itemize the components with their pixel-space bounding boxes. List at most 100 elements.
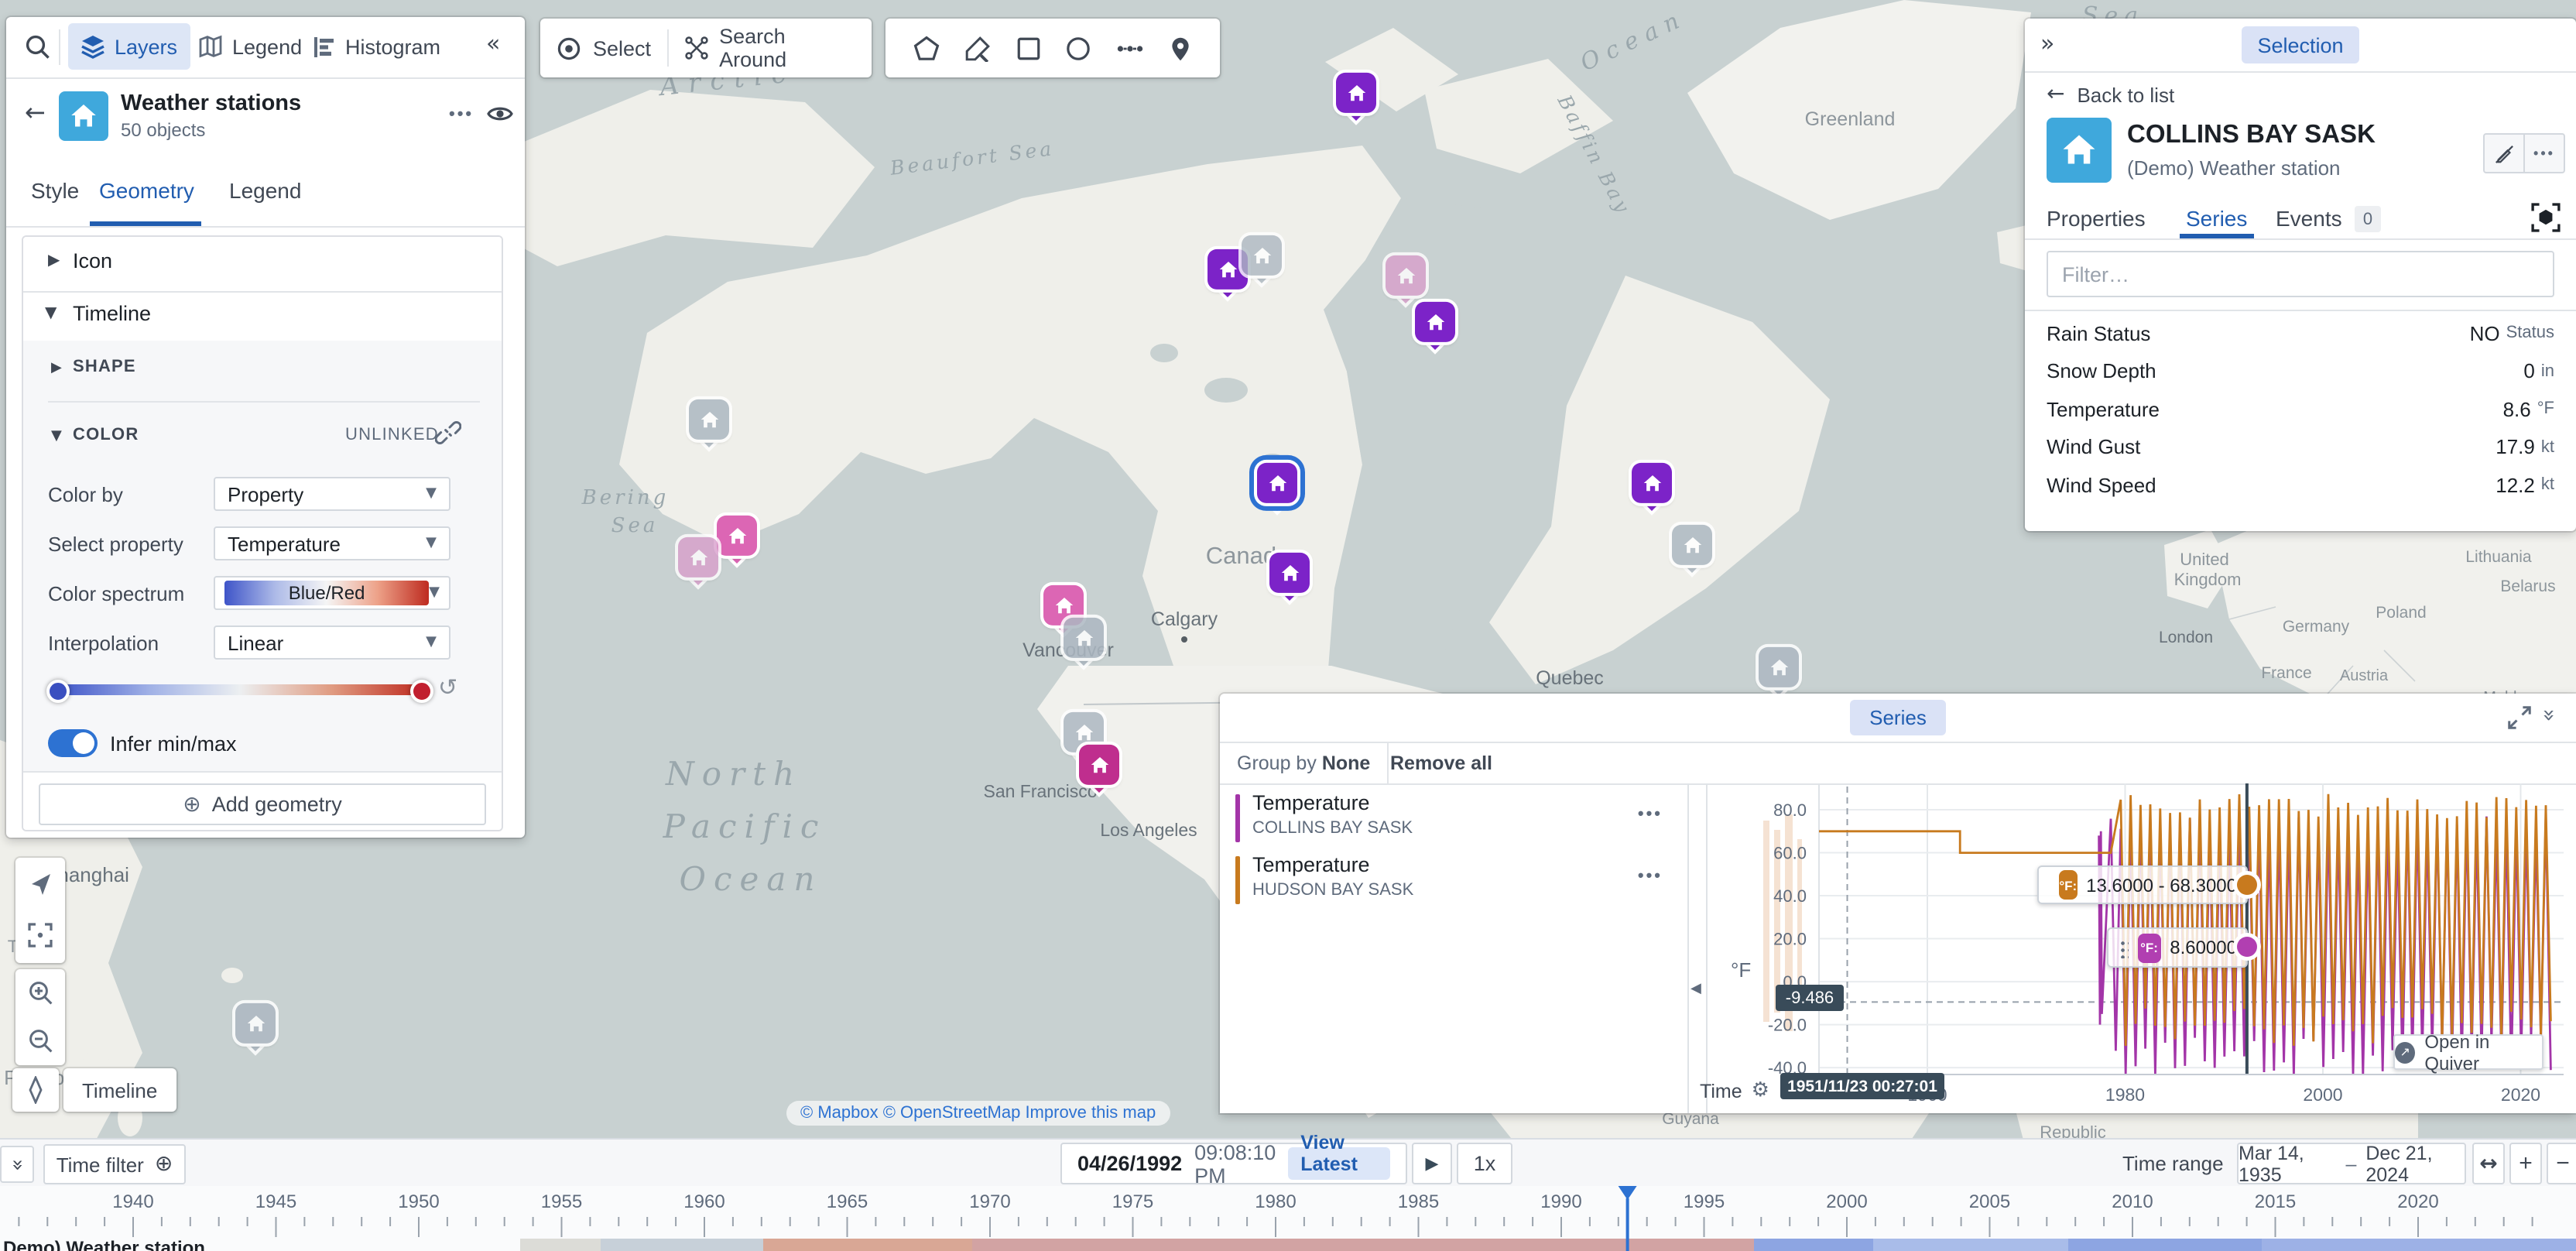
fit-time-range-button[interactable]: ↔ bbox=[2472, 1143, 2505, 1184]
tab-legend-style[interactable]: Legend bbox=[226, 178, 304, 203]
draw-pen-icon[interactable] bbox=[964, 35, 990, 61]
current-time-control[interactable]: 04/26/1992 09:08:10 PM View Latest → bbox=[1060, 1143, 1407, 1184]
tab-events[interactable]: Events bbox=[2276, 206, 2342, 231]
property-row[interactable]: Temperature8.6°F bbox=[2025, 390, 2576, 428]
search-around-button[interactable]: Search Around bbox=[668, 19, 872, 77]
station-marker[interactable] bbox=[689, 399, 729, 452]
station-marker[interactable] bbox=[1632, 463, 1672, 516]
zoom-out-time-button[interactable]: − bbox=[2547, 1143, 2576, 1184]
search-icon[interactable] bbox=[25, 34, 51, 60]
drag-handle-icon[interactable] bbox=[2048, 875, 2050, 895]
draw-rectangle-icon[interactable] bbox=[1015, 35, 1041, 61]
interpolation-select[interactable]: Linear▼ bbox=[214, 626, 450, 660]
series-value-flag[interactable]: °F: 13.6000 - 68.3000 bbox=[2037, 865, 2248, 904]
zoom-in-time-button[interactable]: + bbox=[2509, 1143, 2542, 1184]
property-row[interactable]: Rain StatusNOStatus bbox=[2025, 314, 2576, 352]
station-marker[interactable] bbox=[1079, 745, 1119, 797]
station-marker[interactable] bbox=[717, 516, 757, 568]
add-geometry-button[interactable]: ⊕ Add geometry bbox=[39, 783, 486, 825]
open-in-quiver-button[interactable]: ↗ Open in Quiver bbox=[2393, 1034, 2543, 1070]
station-marker[interactable] bbox=[1672, 525, 1712, 578]
zoom-out-button[interactable] bbox=[27, 1017, 53, 1065]
drag-handle-icon[interactable] bbox=[2118, 937, 2129, 958]
collapse-timeline-button[interactable]: » bbox=[0, 1146, 34, 1183]
color-by-select[interactable]: Property▼ bbox=[214, 477, 450, 511]
back-icon[interactable]: ← bbox=[25, 98, 46, 127]
tab-style[interactable]: Style bbox=[28, 178, 82, 203]
station-marker[interactable] bbox=[678, 537, 718, 590]
gradient-slider[interactable] bbox=[57, 684, 423, 695]
layer-more-icon[interactable]: ••• bbox=[449, 105, 474, 124]
series-header-tab[interactable]: Series bbox=[1850, 700, 1946, 735]
infer-minmax-toggle[interactable] bbox=[48, 729, 98, 757]
collapse-panel-icon[interactable]: « bbox=[486, 29, 500, 57]
select-tool-button[interactable]: Select bbox=[540, 19, 666, 77]
fit-bounds-button[interactable] bbox=[28, 910, 53, 960]
section-shape[interactable]: ▶ SHAPE bbox=[23, 350, 502, 390]
station-marker[interactable] bbox=[1064, 618, 1104, 670]
section-icon[interactable]: ▶ Icon bbox=[23, 237, 502, 291]
time-range-input[interactable]: Mar 14, 1935–Dec 21, 2024 bbox=[2237, 1143, 2466, 1184]
slider-handle-max[interactable] bbox=[410, 679, 433, 702]
playback-speed-button[interactable]: 1x bbox=[1457, 1143, 1512, 1184]
layer-title[interactable]: Weather stations bbox=[121, 91, 301, 116]
series-legend-item[interactable]: TemperatureCOLLINS BAY SASK••• bbox=[1220, 787, 1687, 848]
tab-legend[interactable]: Legend bbox=[186, 23, 314, 70]
drop-pin-icon[interactable] bbox=[1169, 35, 1192, 61]
series-menu-icon[interactable]: ••• bbox=[1638, 805, 1663, 824]
timeline-ruler[interactable]: 1940194519501955196019651970197519801985… bbox=[0, 1186, 2576, 1251]
remove-all-button[interactable]: Remove all bbox=[1373, 743, 1509, 783]
section-timeline[interactable]: ▼ Timeline bbox=[23, 293, 502, 341]
time-filter-button[interactable]: Time filter ⊕ bbox=[43, 1144, 186, 1184]
select-property-select[interactable]: Temperature▼ bbox=[214, 526, 450, 560]
view-latest-button[interactable]: View Latest → bbox=[1288, 1147, 1390, 1180]
more-actions-button[interactable]: ••• bbox=[2525, 135, 2564, 172]
collapse-panel-down-icon[interactable]: » bbox=[2537, 708, 2561, 721]
station-marker[interactable] bbox=[1415, 302, 1455, 355]
map-attribution[interactable]: © Mapbox © OpenStreetMap Improve this ma… bbox=[786, 1101, 1170, 1126]
station-marker[interactable] bbox=[1386, 255, 1426, 308]
focus-object-icon[interactable] bbox=[2531, 203, 2561, 232]
pan-to-location-button[interactable] bbox=[28, 858, 53, 910]
edit-disabled-button[interactable] bbox=[2485, 135, 2525, 172]
axis-collapse-gutter[interactable]: ◀ bbox=[1687, 783, 1708, 1113]
station-marker[interactable] bbox=[1269, 553, 1310, 605]
timeline-axis[interactable]: 1940194519501955196019651970197519801985… bbox=[0, 1186, 2576, 1251]
station-marker[interactable] bbox=[1336, 73, 1376, 125]
property-row[interactable]: Wind Speed12.2kt bbox=[2025, 466, 2576, 504]
draw-circle-icon[interactable] bbox=[1066, 35, 1092, 61]
play-button[interactable]: ▶ bbox=[1412, 1143, 1452, 1184]
series-value-flag[interactable]: °F: 8.60000 bbox=[2107, 927, 2248, 968]
section-color[interactable]: ▼ COLOR UNLINKED bbox=[23, 416, 502, 463]
series-legend-item[interactable]: TemperatureHUDSON BAY SASK••• bbox=[1220, 848, 1687, 910]
tab-properties[interactable]: Properties bbox=[2047, 206, 2146, 231]
timeline-toggle-button[interactable]: Timeline bbox=[63, 1068, 176, 1112]
properties-filter-input[interactable] bbox=[2047, 251, 2554, 297]
station-marker-selected[interactable] bbox=[1257, 463, 1297, 516]
station-marker[interactable] bbox=[1242, 235, 1282, 288]
tab-series[interactable]: Series bbox=[2186, 206, 2247, 231]
reset-gradient-icon[interactable]: ↺ bbox=[438, 673, 457, 701]
station-marker[interactable] bbox=[235, 1003, 276, 1056]
station-marker[interactable] bbox=[1759, 647, 1799, 700]
draw-path-icon[interactable] bbox=[1116, 35, 1144, 61]
draw-polygon-icon[interactable] bbox=[913, 35, 940, 61]
compass-control[interactable] bbox=[12, 1068, 59, 1112]
maximize-panel-icon[interactable] bbox=[2508, 706, 2531, 729]
color-spectrum-select[interactable]: Blue/Red ▼ bbox=[214, 576, 450, 610]
tab-geometry[interactable]: Geometry bbox=[96, 178, 197, 203]
slider-handle-min[interactable] bbox=[46, 679, 70, 702]
expand-panel-icon[interactable]: » bbox=[2040, 29, 2054, 57]
series-menu-icon[interactable]: ••• bbox=[1638, 867, 1663, 886]
layer-visibility-icon[interactable] bbox=[486, 102, 514, 125]
group-by-control[interactable]: Group by None bbox=[1220, 743, 1389, 783]
property-row[interactable]: Wind Gust17.9kt bbox=[2025, 428, 2576, 466]
axis-settings-gear-icon[interactable]: ⚙ bbox=[1752, 1079, 1769, 1102]
zoom-in-button[interactable] bbox=[27, 969, 53, 1017]
selected-object-title[interactable]: COLLINS BAY SASK bbox=[2127, 121, 2376, 150]
selection-header-tab[interactable]: Selection bbox=[2242, 26, 2359, 63]
back-to-list-button[interactable]: ← Back to list bbox=[2047, 77, 2174, 111]
tab-layers[interactable]: Layers bbox=[68, 23, 190, 70]
broken-link-icon[interactable] bbox=[435, 420, 461, 446]
property-row[interactable]: Snow Depth0in bbox=[2025, 352, 2576, 390]
